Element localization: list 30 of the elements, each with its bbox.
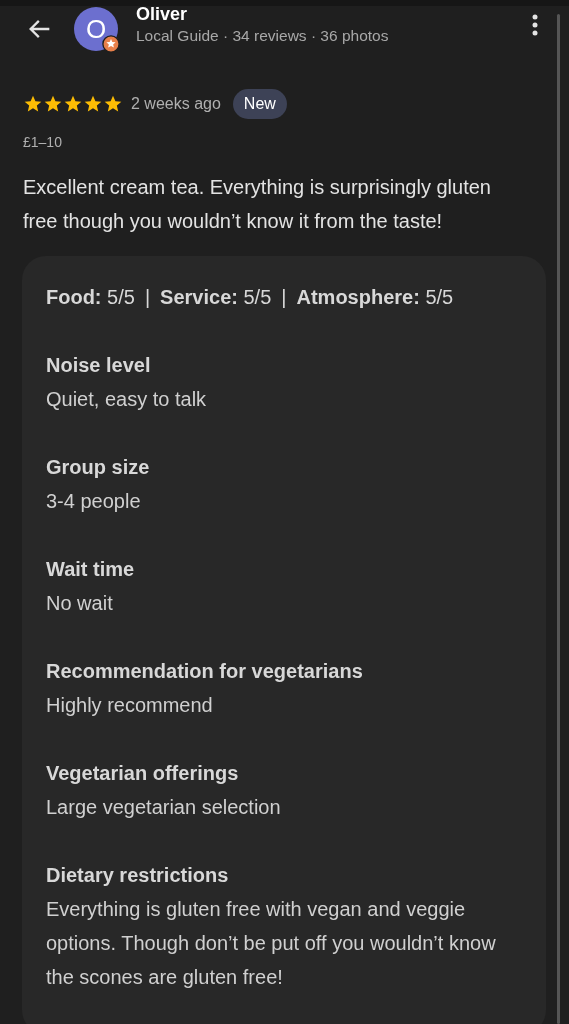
rating-text: Food: 5/5 [46, 285, 135, 310]
detail-label: Noise level [46, 353, 152, 378]
detail-label: Dietary restrictions [46, 863, 230, 888]
detail-value: No wait [46, 591, 114, 616]
detail-label: Vegetarian offerings [46, 761, 240, 786]
detail-label: Group size [46, 455, 151, 480]
detail-value: 3-4 people [46, 489, 142, 514]
detail-value: Quiet, easy to talk [46, 387, 208, 412]
star-icon [43, 94, 63, 114]
separator: | [144, 285, 151, 310]
new-badge: New [232, 89, 287, 119]
star-icon [23, 94, 43, 114]
rating-text: Service: 5/5 [160, 285, 272, 310]
more-vert-icon [532, 14, 538, 36]
detail-value: Large vegetarian selection [46, 795, 282, 820]
review-time: 2 weeks ago [131, 94, 221, 114]
detail-value: Everything is gluten free with vegan and veggie options. Though don’t be put off you wouldn’t know the scones are gluten free! [46, 897, 497, 990]
avatar[interactable]: O [74, 7, 118, 51]
price-range: £1–10 [23, 134, 62, 150]
star-icon [103, 94, 123, 114]
star-icon [63, 94, 83, 114]
reviewer-name[interactable]: Oliver [136, 3, 389, 25]
rating-text: Atmosphere: 5/5 [296, 285, 454, 310]
star-icon [83, 94, 103, 114]
detail-label: Recommendation for vegetarians [46, 659, 364, 684]
review-text: Excellent cream tea. Everything is surprisingly gluten free though you wouldn’t know it from the taste! [23, 175, 492, 234]
reviewer-subtitle: Local Guide · 34 reviews · 36 photos [136, 26, 389, 46]
separator: | [281, 285, 287, 310]
detail-label: Wait time [46, 557, 136, 582]
detail-value: Highly recommend [46, 693, 214, 718]
